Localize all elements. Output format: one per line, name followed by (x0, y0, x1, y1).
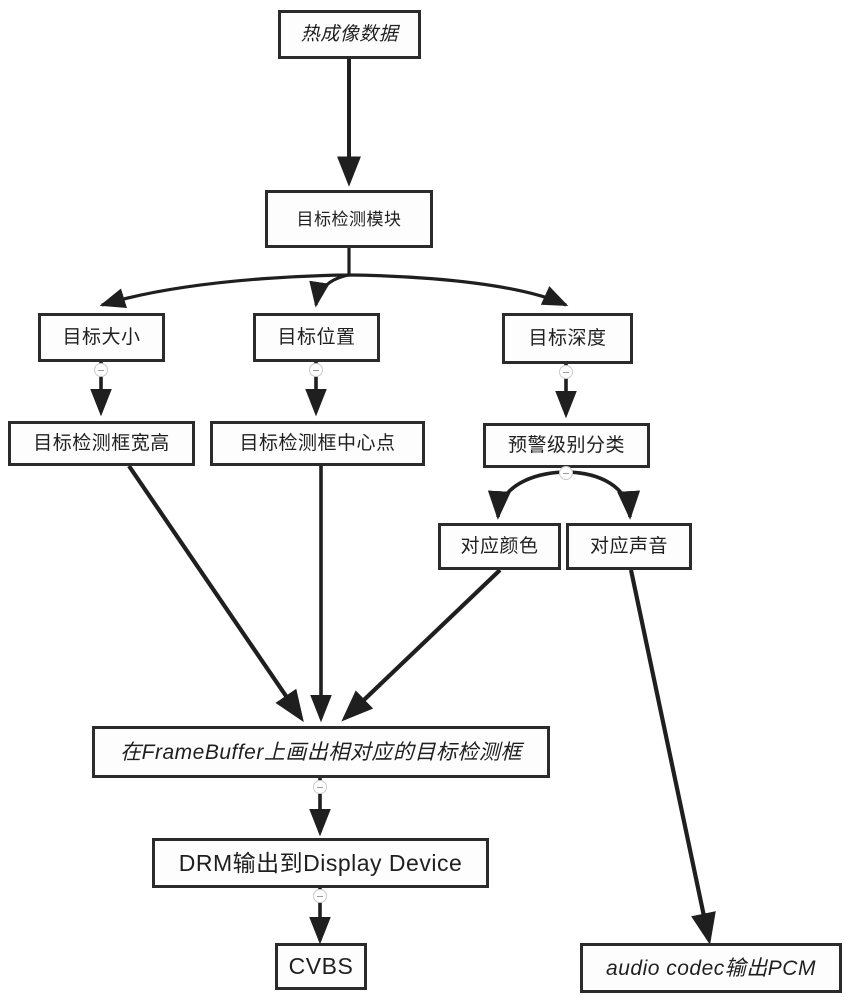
node-label: 目标深度 (528, 328, 607, 349)
node-label: CVBS (288, 953, 354, 979)
node-label: 目标检测框中心点 (239, 433, 396, 454)
node-target-position[interactable]: 目标位置 (253, 313, 380, 362)
node-target-depth[interactable]: 目标深度 (502, 313, 633, 364)
node-label: 对应颜色 (460, 536, 539, 557)
minus-icon (98, 369, 104, 371)
node-thermal-data[interactable]: 热成像数据 (278, 10, 421, 59)
node-box-center-point[interactable]: 目标检测框中心点 (210, 421, 425, 466)
node-warning-level[interactable]: 预警级别分类 (483, 423, 650, 468)
node-label: DRM输出到Display Device (178, 849, 463, 876)
collapse-marker-target-size[interactable] (94, 363, 108, 377)
collapse-marker-warning-level[interactable] (559, 466, 573, 480)
node-label: 在FrameBuffer上画出相对应的目标检测框 (120, 740, 522, 764)
node-detect-module[interactable]: 目标检测模块 (265, 190, 433, 248)
node-audio-codec-pcm[interactable]: audio codec输出PCM (580, 943, 842, 993)
node-cvbs[interactable]: CVBS (275, 943, 367, 990)
flowchart-canvas: 热成像数据 目标检测模块 目标大小 目标位置 目标深度 目标检测框宽高 目标检测… (0, 0, 849, 1000)
minus-icon (563, 472, 569, 474)
node-label: 目标大小 (62, 327, 141, 348)
edge-boxwh-to-framebuffer (127, 464, 304, 723)
node-label: 热成像数据 (300, 24, 399, 45)
edge-warn-to-color (487, 470, 567, 520)
edge-warn-to-sound (565, 470, 641, 520)
node-label: 预警级别分类 (507, 435, 625, 456)
node-mapped-sound[interactable]: 对应声音 (566, 523, 692, 570)
node-label: 目标检测框宽高 (33, 433, 170, 454)
edge-detect-to-pos (309, 273, 350, 308)
minus-icon (317, 895, 323, 897)
node-box-width-height[interactable]: 目标检测框宽高 (8, 421, 195, 466)
edge-sound-to-audio (628, 569, 716, 945)
node-drm-output[interactable]: DRM输出到Display Device (152, 838, 489, 888)
minus-icon (317, 786, 323, 788)
edge-color-to-framebuffer (341, 568, 502, 722)
node-label: 对应声音 (589, 536, 668, 557)
collapse-marker-target-position[interactable] (309, 363, 323, 377)
minus-icon (313, 369, 319, 371)
node-framebuffer-draw[interactable]: 在FrameBuffer上画出相对应的目标检测框 (92, 726, 550, 778)
edge-detect-to-size (99, 248, 351, 309)
node-label: 目标位置 (277, 327, 356, 348)
node-label: audio codec输出PCM (606, 956, 816, 980)
collapse-marker-drm-output[interactable] (313, 889, 327, 903)
collapse-marker-framebuffer[interactable] (313, 780, 327, 794)
node-target-size[interactable]: 目标大小 (38, 313, 165, 362)
minus-icon (563, 371, 569, 373)
collapse-marker-target-depth[interactable] (559, 365, 573, 379)
node-label: 目标检测模块 (296, 209, 402, 229)
node-mapped-color[interactable]: 对应颜色 (438, 523, 561, 570)
edge-detect-to-depth (348, 273, 569, 307)
